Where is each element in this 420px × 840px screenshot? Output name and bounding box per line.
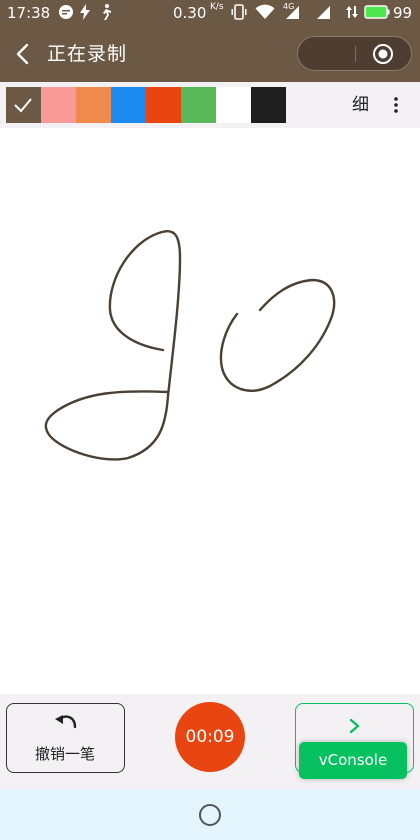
- page-title: 正在录制: [47, 43, 128, 65]
- status-bar: 17:38 0.30 K/s 4G 99: [0, 0, 420, 26]
- system-nav-bar: [0, 790, 420, 840]
- more-options-button[interactable]: [391, 96, 401, 114]
- color-swatch-green[interactable]: [181, 87, 216, 123]
- color-swatch-orange[interactable]: [76, 87, 111, 123]
- data-arrows-icon: [345, 4, 359, 22]
- color-swatch-red[interactable]: [146, 87, 181, 123]
- color-swatch-pink[interactable]: [41, 87, 76, 123]
- capsule-divider: [355, 46, 356, 62]
- record-timer-button[interactable]: 00:09: [175, 702, 245, 772]
- vconsole-button[interactable]: vConsole: [299, 742, 407, 779]
- undo-icon: [55, 715, 77, 729]
- capsule-menu: [297, 36, 412, 71]
- network-speed-unit: K/s: [210, 2, 224, 12]
- battery-level: 99: [393, 4, 413, 22]
- record-circle-icon: [373, 44, 393, 64]
- color-swatch-black[interactable]: [251, 87, 286, 123]
- color-swatch-white[interactable]: [216, 87, 251, 123]
- signal-icon-1: [286, 4, 300, 22]
- vibrate-icon: [231, 4, 247, 22]
- drawing-canvas[interactable]: [0, 128, 420, 694]
- stroke-2: [219, 278, 336, 392]
- drawing-strokes: [44, 229, 336, 461]
- chevron-left-icon: [16, 43, 29, 65]
- network-speed: 0.30: [173, 4, 207, 22]
- walk-icon: [99, 4, 113, 22]
- signal-icon-2: [317, 4, 331, 22]
- home-button[interactable]: [199, 804, 221, 826]
- chevron-right-icon: [349, 718, 360, 734]
- more-vertical-icon: [394, 97, 398, 113]
- undo-stroke-button[interactable]: 撤销一笔: [6, 703, 125, 773]
- nav-bar: 正在录制: [0, 26, 420, 82]
- color-toolbar: 细: [0, 82, 420, 128]
- brush-thickness-button[interactable]: 细: [352, 94, 369, 116]
- battery-icon: [364, 4, 390, 22]
- color-swatch-brown[interactable]: [6, 87, 41, 123]
- color-swatch-blue[interactable]: [111, 87, 146, 123]
- stroke-1: [44, 229, 182, 461]
- capsule-more-button[interactable]: [313, 52, 316, 55]
- message-icon: [58, 4, 74, 22]
- check-icon: [14, 98, 32, 113]
- flash-icon: [79, 4, 91, 22]
- undo-stroke-label: 撤销一笔: [34, 745, 95, 763]
- capsule-close-button[interactable]: [372, 43, 394, 65]
- back-button[interactable]: [10, 40, 36, 68]
- wifi-icon: [255, 4, 275, 22]
- status-time: 17:38: [7, 4, 51, 22]
